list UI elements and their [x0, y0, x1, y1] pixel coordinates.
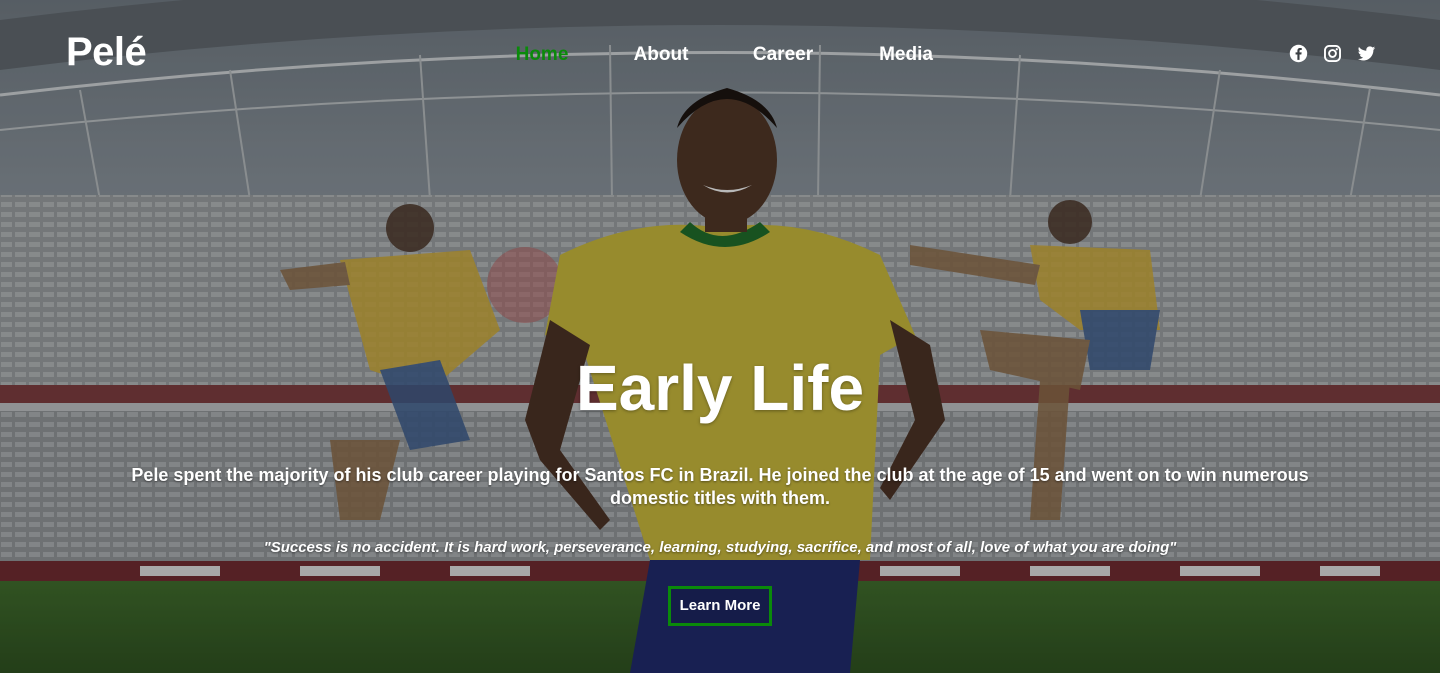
hero-section: Pelé Home About Career Media Early Life …	[0, 0, 1440, 673]
instagram-icon[interactable]	[1323, 44, 1342, 63]
nav-item-media[interactable]: Media	[862, 44, 950, 66]
twitter-icon[interactable]	[1357, 44, 1376, 63]
nav-item-about[interactable]: About	[618, 44, 704, 66]
hero-title: Early Life	[575, 352, 865, 424]
social-links	[1289, 44, 1376, 63]
facebook-icon[interactable]	[1289, 44, 1308, 63]
nav-item-career[interactable]: Career	[738, 44, 828, 66]
hero-quote: "Success is no accident. It is hard work…	[263, 539, 1177, 556]
nav-item-home[interactable]: Home	[500, 44, 584, 66]
main-menu: Home About Career Media	[0, 0, 1440, 110]
learn-more-button[interactable]: Learn More	[667, 586, 773, 626]
top-navigation: Pelé Home About Career Media	[0, 0, 1440, 110]
hero-content: Early Life Pele spent the majority of hi…	[0, 348, 1440, 626]
cta-container: Learn More	[0, 586, 1440, 626]
hero-description: Pele spent the majority of his club care…	[131, 465, 1309, 508]
